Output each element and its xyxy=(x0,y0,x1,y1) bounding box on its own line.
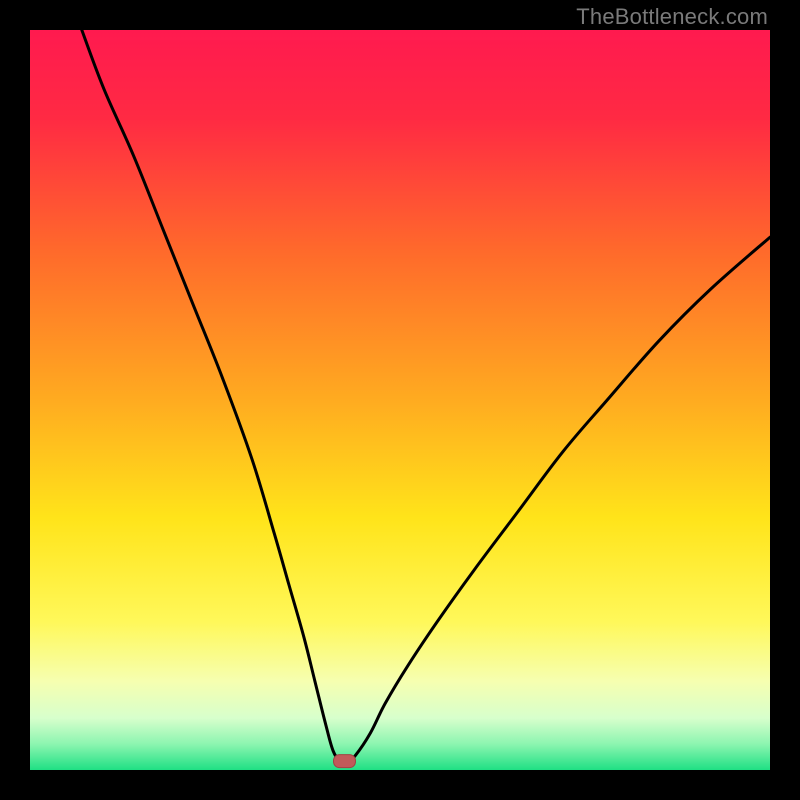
optimal-marker xyxy=(334,755,356,768)
watermark-text: TheBottleneck.com xyxy=(576,4,768,30)
chart-frame: TheBottleneck.com xyxy=(0,0,800,800)
gradient-background xyxy=(30,30,770,770)
plot-area xyxy=(30,30,770,770)
bottleneck-chart xyxy=(30,30,770,770)
